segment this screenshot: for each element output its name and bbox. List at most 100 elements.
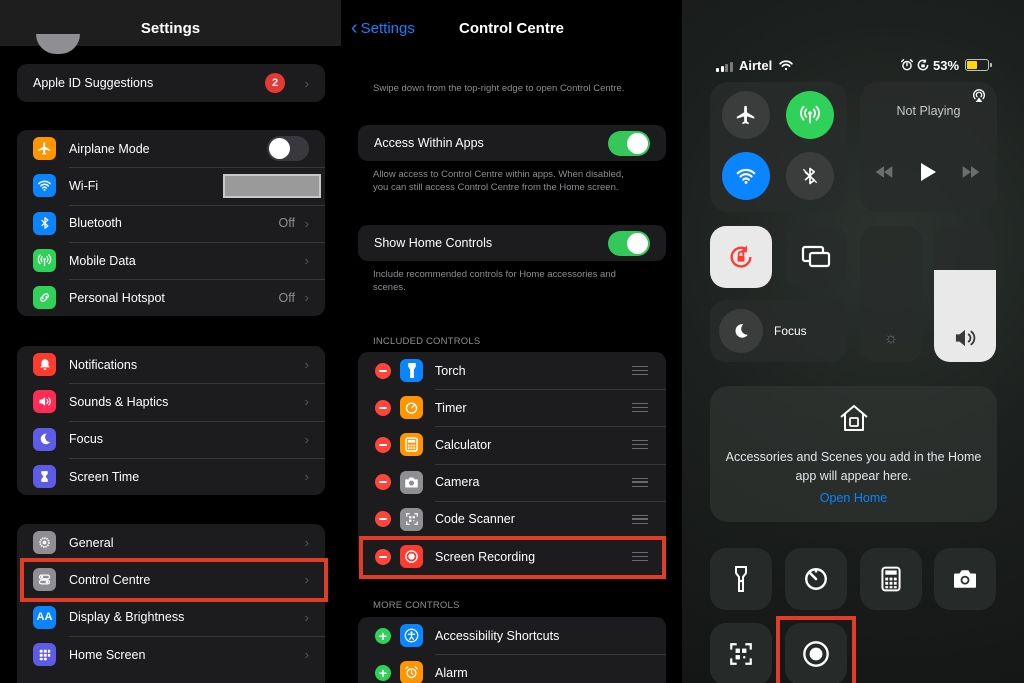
control-centre-screen: Airtel 53% Not Playing Focus ☼ Accessori… — [682, 0, 1024, 683]
accessibility-shortcuts-label: Accessibility Shortcuts — [435, 628, 560, 643]
page-title: Control Centre — [459, 20, 564, 37]
list-item[interactable]: Calculator — [358, 426, 666, 463]
focus-button[interactable]: Focus — [710, 300, 847, 362]
reorder-handle-icon[interactable] — [632, 366, 648, 376]
access-within-apps-row: Access Within Apps — [358, 125, 666, 161]
settings-screen: Settings Apple ID Suggestions 2 › Airpla… — [0, 0, 341, 683]
list-item[interactable]: Camera — [358, 463, 666, 501]
airplay-icon[interactable] — [971, 88, 987, 104]
play-icon[interactable] — [918, 162, 938, 182]
connectivity-tile — [710, 82, 847, 212]
torch-label: Torch — [435, 363, 466, 378]
settings-row-sounds-haptics[interactable]: Sounds & Haptics › — [17, 383, 325, 420]
settings-row-airplane-mode[interactable]: Airplane Mode — [17, 130, 325, 167]
home-message-line-1: Accessories and Scenes you add in the Ho… — [725, 450, 982, 464]
home-accessories-area: Accessories and Scenes you add in the Ho… — [710, 386, 997, 522]
settings-row-focus[interactable]: Focus › — [17, 420, 325, 458]
torch-icon — [400, 359, 423, 383]
show-home-controls-row: Show Home Controls — [358, 225, 666, 261]
chevron-right-icon: › — [304, 253, 309, 269]
reorder-handle-icon[interactable] — [632, 477, 648, 487]
screen-mirroring-button[interactable] — [785, 226, 847, 288]
intro-text: Swipe down from the top-right edge to op… — [373, 83, 625, 94]
moon-icon — [719, 309, 763, 353]
settings-row-display-brightness[interactable]: AA Display & Brightness › — [17, 598, 325, 636]
sounds-haptics-label: Sounds & Haptics — [69, 394, 169, 409]
settings-row-general[interactable]: General › — [17, 524, 325, 561]
open-home-link[interactable]: Open Home — [710, 491, 997, 505]
antenna-icon — [33, 249, 56, 273]
access-within-apps-toggle[interactable] — [608, 130, 650, 156]
reorder-handle-icon[interactable] — [632, 403, 648, 413]
remove-button[interactable] — [375, 436, 391, 453]
calculator-button[interactable] — [860, 548, 922, 610]
airplane-mode-toggle[interactable] — [267, 136, 309, 162]
reorder-handle-icon[interactable] — [632, 440, 648, 450]
torch-button[interactable] — [710, 548, 772, 610]
bluetooth-icon — [33, 211, 56, 235]
show-home-controls-toggle[interactable] — [608, 230, 650, 256]
remove-button[interactable] — [375, 399, 391, 416]
airplane-icon — [33, 137, 56, 161]
apple-id-suggestions-row[interactable]: Apple ID Suggestions 2 › — [17, 64, 325, 102]
fast-forward-icon[interactable] — [961, 166, 981, 178]
list-item[interactable]: Code Scanner — [358, 500, 666, 538]
remove-button[interactable] — [375, 362, 391, 379]
avatar[interactable] — [36, 34, 80, 54]
chevron-right-icon: › — [304, 357, 309, 373]
chevron-right-icon: › — [304, 469, 309, 485]
list-item[interactable]: + Accessibility Shortcuts — [358, 617, 666, 654]
apple-id-suggestions-label: Apple ID Suggestions — [33, 76, 154, 90]
rewind-icon[interactable] — [874, 166, 894, 178]
timer-icon — [400, 396, 423, 420]
wifi-icon — [33, 174, 56, 198]
code-scanner-button[interactable] — [710, 623, 772, 683]
add-button[interactable]: + — [375, 627, 391, 644]
alarm-icon — [400, 661, 423, 683]
bluetooth-label: Bluetooth — [69, 216, 122, 231]
qr-icon — [400, 507, 423, 531]
speaker-icon — [33, 390, 56, 414]
airplane-mode-button[interactable] — [722, 91, 770, 139]
remove-button[interactable] — [375, 511, 391, 528]
access-within-apps-label: Access Within Apps — [374, 136, 484, 150]
battery-icon — [965, 59, 992, 71]
settings-row-wifi[interactable]: Wi-Fi — [17, 167, 325, 204]
chevron-right-icon: › — [304, 290, 309, 306]
brightness-slider[interactable]: ☼ — [860, 226, 922, 362]
wifi-button[interactable] — [722, 152, 770, 200]
settings-row-notifications[interactable]: Notifications › — [17, 346, 325, 383]
remove-button[interactable] — [375, 474, 391, 491]
now-playing-tile[interactable]: Not Playing — [860, 82, 997, 212]
connectivity-group: Airplane Mode Wi-Fi Bluetooth Off › Mobi… — [17, 130, 325, 317]
control-centre-settings-screen: ‹ Settings Control Centre Swipe down fro… — [341, 0, 682, 683]
highlight-screen-recording-button — [776, 616, 856, 683]
display-brightness-label: Display & Brightness — [69, 610, 185, 625]
settings-row-screen-time[interactable]: Screen Time › — [17, 457, 325, 495]
more-controls-list: + Accessibility Shortcuts + Alarm — [358, 617, 666, 683]
volume-slider[interactable] — [934, 226, 996, 362]
rotation-lock-button[interactable] — [710, 226, 772, 288]
settings-row-mobile-data[interactable]: Mobile Data › — [17, 241, 325, 279]
settings-row-home-screen[interactable]: Home Screen › — [17, 635, 325, 673]
page-title: Settings — [140, 20, 201, 37]
list-item[interactable]: Timer — [358, 389, 666, 426]
reorder-handle-icon[interactable] — [632, 514, 648, 524]
list-item[interactable]: Torch — [358, 352, 666, 389]
list-item[interactable]: + Alarm — [358, 654, 666, 683]
bluetooth-button[interactable] — [786, 152, 834, 200]
settings-row-bluetooth[interactable]: Bluetooth Off › — [17, 204, 325, 242]
timer-button[interactable] — [785, 548, 847, 610]
chevron-right-icon: › — [304, 647, 309, 663]
moon-icon — [33, 427, 56, 451]
settings-row-personal-hotspot[interactable]: Personal Hotspot Off › — [17, 279, 325, 316]
camera-button[interactable] — [934, 548, 996, 610]
add-button[interactable]: + — [375, 664, 391, 681]
airplane-mode-label: Airplane Mode — [69, 141, 150, 156]
mobile-data-button[interactable] — [786, 91, 834, 139]
code-scanner-label: Code Scanner — [435, 512, 515, 527]
apple-id-group: Apple ID Suggestions 2 › — [17, 64, 325, 102]
personal-hotspot-value: Off — [278, 290, 295, 305]
accessibility-icon — [400, 624, 423, 648]
home-screen-label: Home Screen — [69, 647, 146, 662]
